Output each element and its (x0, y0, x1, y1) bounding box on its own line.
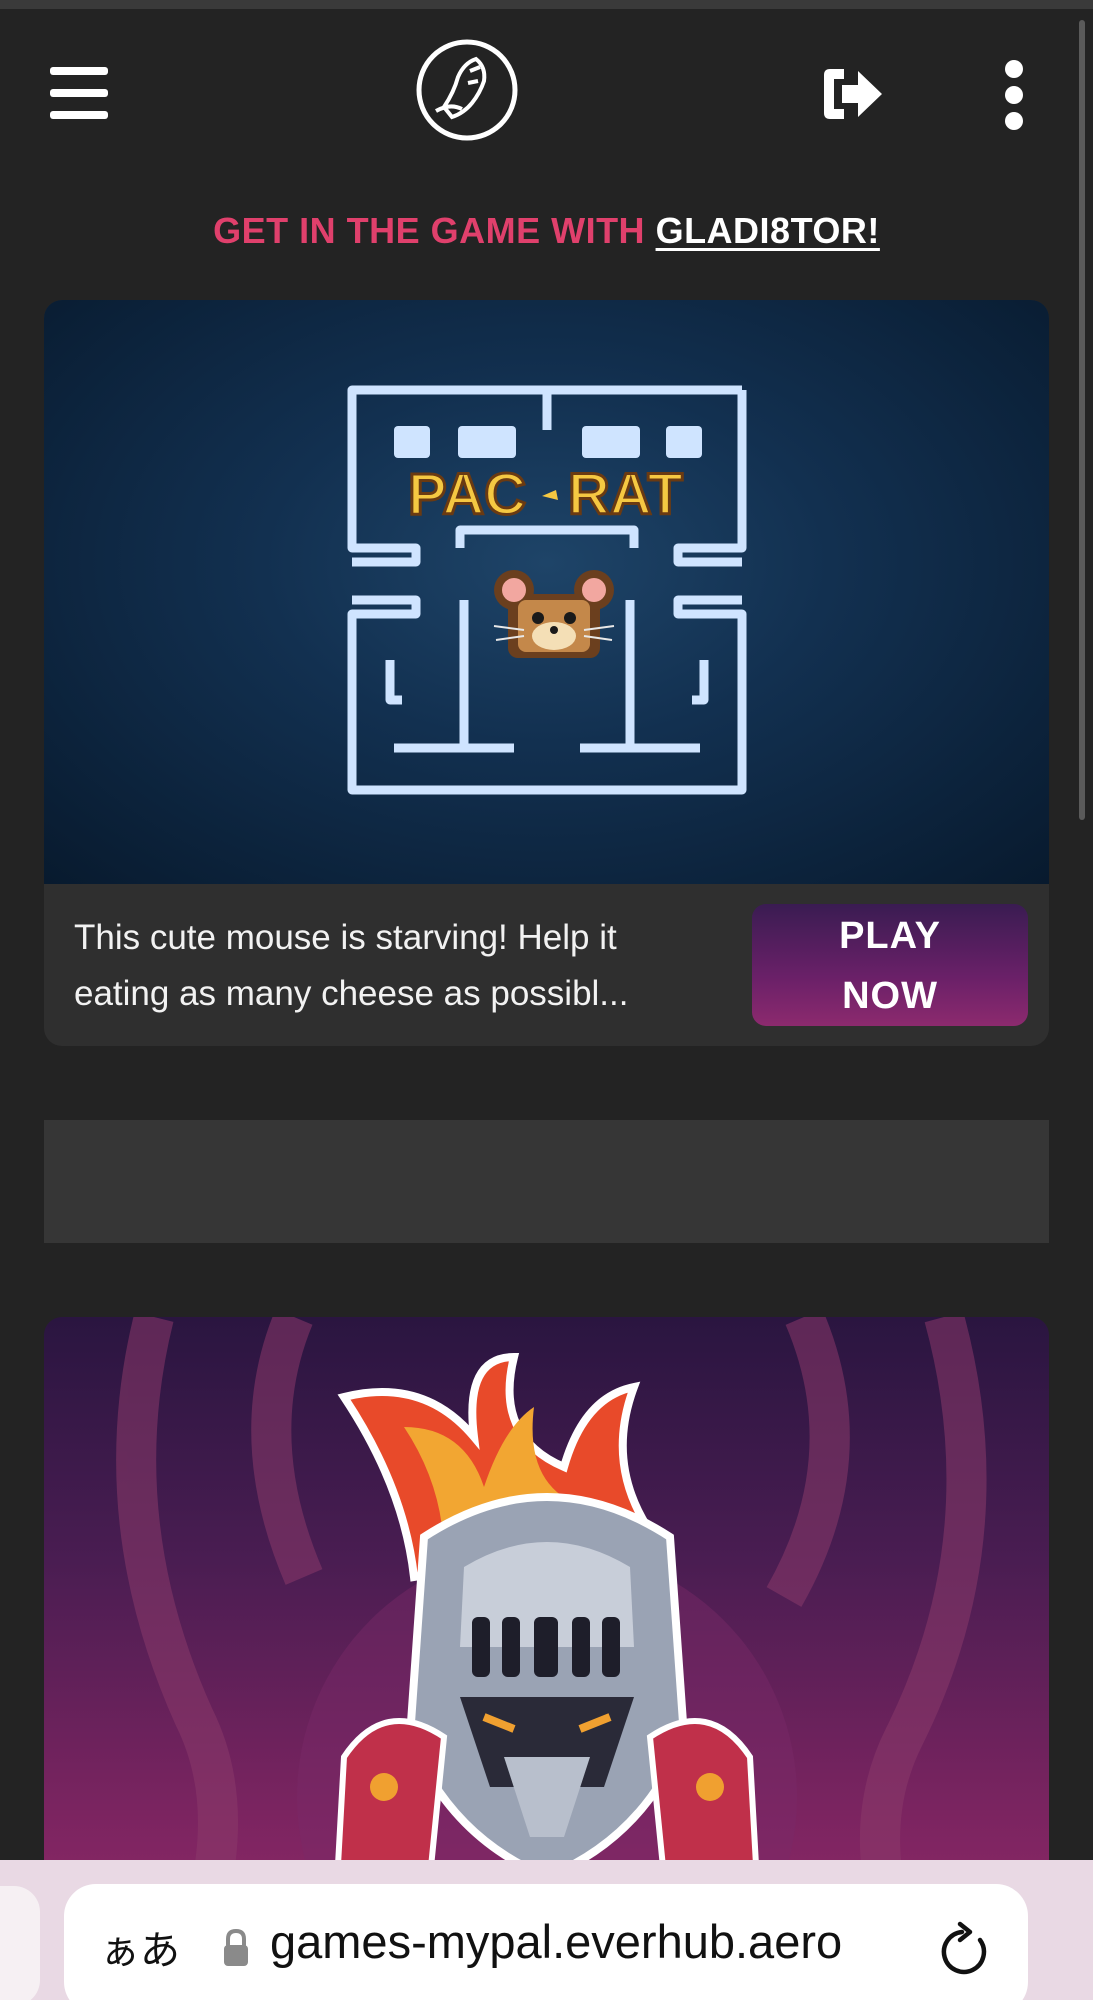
gladiator-logo-icon[interactable] (414, 37, 520, 143)
game-description: This cute mouse is starving! Help it eat… (74, 918, 629, 1013)
browser-toolbar: ぁあ games-mypal.everhub.aero (0, 1860, 1093, 2000)
pac-rat-logo-left: PAC (408, 462, 526, 527)
reload-icon[interactable] (940, 1920, 992, 1976)
hamburger-menu-icon[interactable] (50, 67, 108, 119)
logout-icon[interactable] (820, 65, 886, 123)
brand-link[interactable]: GLADI8TOR! (656, 210, 880, 251)
reader-settings-button[interactable]: ぁあ (100, 1918, 180, 1976)
pac-rat-logo-right: RAT (568, 462, 683, 527)
ad-placeholder (44, 1120, 1049, 1243)
app-header (0, 9, 1093, 179)
lock-icon (224, 1928, 248, 1966)
kebab-menu-icon[interactable] (996, 59, 1032, 131)
tagline-prefix: GET IN THE GAME WITH (213, 210, 656, 251)
status-strip (0, 0, 1093, 9)
mouse-character-icon (493, 570, 615, 658)
url-text[interactable]: games-mypal.everhub.aero (270, 1914, 842, 1969)
play-now-label-2: NOW (842, 975, 938, 1017)
play-now-button[interactable]: PLAY NOW (752, 904, 1028, 1026)
featured-game-card[interactable]: PAC RAT This cute mouse is starving! Hel… (44, 300, 1049, 1046)
tagline: GET IN THE GAME WITH GLADI8TOR! (0, 210, 1093, 252)
pac-rat-game-art[interactable]: PAC RAT (44, 300, 1049, 884)
page-scrollbar[interactable] (1079, 20, 1085, 820)
previous-tab-edge[interactable] (0, 1886, 40, 2000)
address-bar[interactable]: ぁあ games-mypal.everhub.aero (64, 1884, 1028, 2000)
play-now-label-1: PLAY (839, 915, 941, 957)
